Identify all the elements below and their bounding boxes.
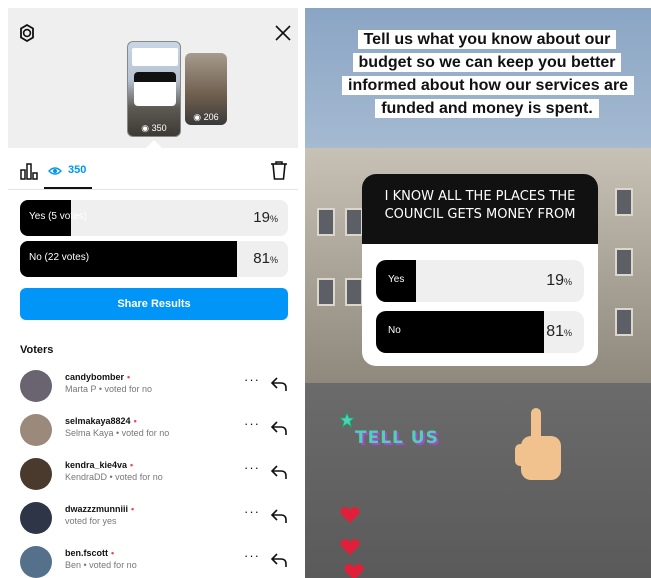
voter-row[interactable]: selmakaya8824 • Selma Kaya • voted for no… xyxy=(8,410,298,454)
story-thumbnail-current[interactable]: ◉ 350 xyxy=(127,41,181,137)
bar-chart-icon[interactable] xyxy=(20,162,38,180)
poll-result-yes-percent: 19% xyxy=(253,209,278,226)
poll-option-yes: Yes 19% xyxy=(376,260,584,302)
voter-username[interactable]: dwazzzmunniii • xyxy=(65,504,134,514)
more-options-button[interactable]: ··· xyxy=(244,504,260,519)
poll-result-yes: Yes (5 votes) 19% xyxy=(20,200,288,236)
voter-row[interactable]: ben.fscott • Ben • voted for no ··· xyxy=(8,542,298,578)
poll-option-no-fill xyxy=(376,311,545,353)
more-options-button[interactable]: ··· xyxy=(244,372,260,387)
poll-result-no-label: No (22 votes) xyxy=(29,252,90,263)
voter-row[interactable]: dwazzzmunniii • voted for yes ··· xyxy=(8,498,298,542)
story-caption: Tell us what you know about our budget s… xyxy=(342,28,635,120)
poll-result-yes-label: Yes (5 votes) xyxy=(29,211,87,222)
poll-option-yes-percent: 19% xyxy=(546,272,572,289)
reply-icon[interactable] xyxy=(270,552,288,568)
poll-question: I KNOW ALL THE PLACES THE COUNCIL GETS M… xyxy=(362,174,598,244)
trash-icon[interactable] xyxy=(270,160,288,180)
voter-subtext: Marta P • voted for no xyxy=(65,384,153,394)
online-dot: • xyxy=(131,504,135,514)
more-options-button[interactable]: ··· xyxy=(244,460,260,475)
poll-option-no-percent: 81% xyxy=(546,323,572,340)
tell-us-sticker: TELL US xyxy=(355,428,439,448)
avatar[interactable] xyxy=(20,458,52,490)
avatar[interactable] xyxy=(20,414,52,446)
heart-icon xyxy=(340,507,360,523)
story-preview: Tell us what you know about our budget s… xyxy=(305,8,651,578)
tab-underline xyxy=(44,187,92,189)
poll-option-no-label: No xyxy=(388,325,401,336)
thumbnail-view-count: ◉ 350 xyxy=(141,123,167,133)
reply-icon[interactable] xyxy=(270,376,288,392)
voter-username[interactable]: candybomber • xyxy=(65,372,130,382)
voter-username[interactable]: ben.fscott • xyxy=(65,548,114,558)
poll-result-no-percent: 81% xyxy=(253,250,278,267)
voter-row[interactable]: candybomber • Marta P • voted for no ··· xyxy=(8,366,298,410)
voter-subtext: KendraDD • voted for no xyxy=(65,472,163,482)
reply-icon[interactable] xyxy=(270,508,288,524)
reply-icon[interactable] xyxy=(270,464,288,480)
poll-result-no: No (22 votes) 81% xyxy=(20,241,288,277)
story-thumbnails-area: ◉ 350 ◉ 206 xyxy=(8,8,298,148)
poll-option-yes-label: Yes xyxy=(388,274,405,285)
avatar[interactable] xyxy=(20,502,52,534)
settings-icon[interactable] xyxy=(18,24,36,42)
poll-sticker: I KNOW ALL THE PLACES THE COUNCIL GETS M… xyxy=(362,174,598,366)
close-icon[interactable] xyxy=(274,24,292,42)
more-options-button[interactable]: ··· xyxy=(244,548,260,563)
online-dot: • xyxy=(130,460,134,470)
thumbnail-view-count-2: ◉ 206 xyxy=(193,112,219,122)
story-thumbnail-next[interactable]: ◉ 206 xyxy=(185,53,227,125)
pointing-hand-icon xyxy=(515,408,561,480)
voters-heading: Voters xyxy=(20,344,54,356)
avatar[interactable] xyxy=(20,546,52,578)
voter-subtext: Ben • voted for no xyxy=(65,560,137,570)
reply-icon[interactable] xyxy=(270,420,288,436)
online-dot: • xyxy=(111,548,115,558)
voter-username[interactable]: kendra_kie4va • xyxy=(65,460,133,470)
avatar[interactable] xyxy=(20,370,52,402)
share-results-button[interactable]: Share Results xyxy=(20,288,288,320)
more-options-button[interactable]: ··· xyxy=(244,416,260,431)
heart-icon xyxy=(340,539,360,555)
insights-tabs: 350 xyxy=(8,150,298,190)
voter-subtext: voted for yes xyxy=(65,516,117,526)
story-insights-panel: ◉ 350 ◉ 206 350 Yes (5 votes) 19% No (22… xyxy=(8,8,298,578)
tab-viewers[interactable]: 350 xyxy=(68,164,86,176)
voter-subtext: Selma Kaya • voted for no xyxy=(65,428,170,438)
online-dot: • xyxy=(133,416,137,426)
heart-icon xyxy=(344,564,364,578)
voter-row[interactable]: kendra_kie4va • KendraDD • voted for no ·… xyxy=(8,454,298,498)
online-dot: • xyxy=(127,372,131,382)
star-icon xyxy=(339,412,355,428)
selected-caret xyxy=(146,140,162,148)
eye-icon xyxy=(48,167,62,175)
poll-option-no: No 81% xyxy=(376,311,584,353)
voter-username[interactable]: selmakaya8824 • xyxy=(65,416,137,426)
